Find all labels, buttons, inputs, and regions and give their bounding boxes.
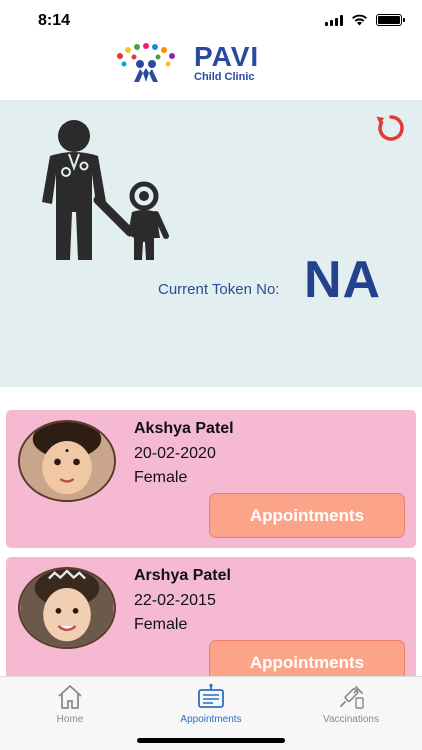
tab-vaccinations-label: Vaccinations: [323, 714, 379, 725]
vaccination-icon: [340, 686, 364, 709]
patient-gender: Female: [134, 469, 188, 486]
status-bar: 8:14: [0, 0, 422, 40]
patient-dob: 20-02-2020: [134, 445, 216, 462]
appointments-button[interactable]: Appointments: [209, 640, 405, 676]
tab-vaccinations[interactable]: Vaccinations: [281, 683, 421, 725]
battery-icon: [376, 14, 405, 26]
current-token-value: NA: [304, 251, 382, 309]
tab-appointments-label: Appointments: [180, 714, 242, 725]
patient-name: Arshya Patel: [134, 567, 231, 584]
tab-appointments[interactable]: Appointments: [141, 683, 281, 725]
refresh-icon: [376, 115, 404, 141]
tab-home[interactable]: Home: [0, 683, 140, 725]
child-photo-icon: [20, 422, 114, 500]
home-icon: [58, 685, 82, 709]
cellular-signal-icon: [325, 14, 343, 26]
patient-name: Akshya Patel: [134, 420, 234, 437]
status-time: 8:14: [38, 12, 71, 29]
refresh-button[interactable]: [374, 112, 408, 142]
patient-card: Akshya Patel 20-02-2020 Female Appointme…: [6, 410, 416, 548]
child-photo-icon: [20, 569, 114, 647]
patient-card: Arshya Patel 22-02-2015 Female Appointme…: [6, 557, 416, 676]
appointments-button[interactable]: Appointments: [209, 493, 405, 538]
current-token-label: Current Token No:: [158, 281, 280, 298]
token-panel: Current Token No: NA: [0, 100, 422, 387]
clinic-logo: PAVI Child Clinic: [110, 40, 310, 85]
home-indicator: [137, 738, 285, 743]
appointments-icon: [198, 683, 224, 708]
clinic-logo-mark-icon: [117, 42, 175, 82]
patient-gender: Female: [134, 616, 188, 633]
patient-avatar[interactable]: [18, 420, 116, 502]
patient-dob: 22-02-2015: [134, 592, 216, 609]
patient-list: Akshya Patel 20-02-2020 Female Appointme…: [6, 410, 416, 676]
patient-avatar[interactable]: [18, 567, 116, 649]
tab-home-label: Home: [56, 714, 84, 725]
logo-title: PAVI: [194, 40, 260, 72]
wifi-icon: [352, 14, 367, 26]
status-icons: [325, 14, 405, 26]
logo-subtitle: Child Clinic: [194, 70, 255, 83]
doctor-child-illustration-icon: [42, 120, 169, 260]
